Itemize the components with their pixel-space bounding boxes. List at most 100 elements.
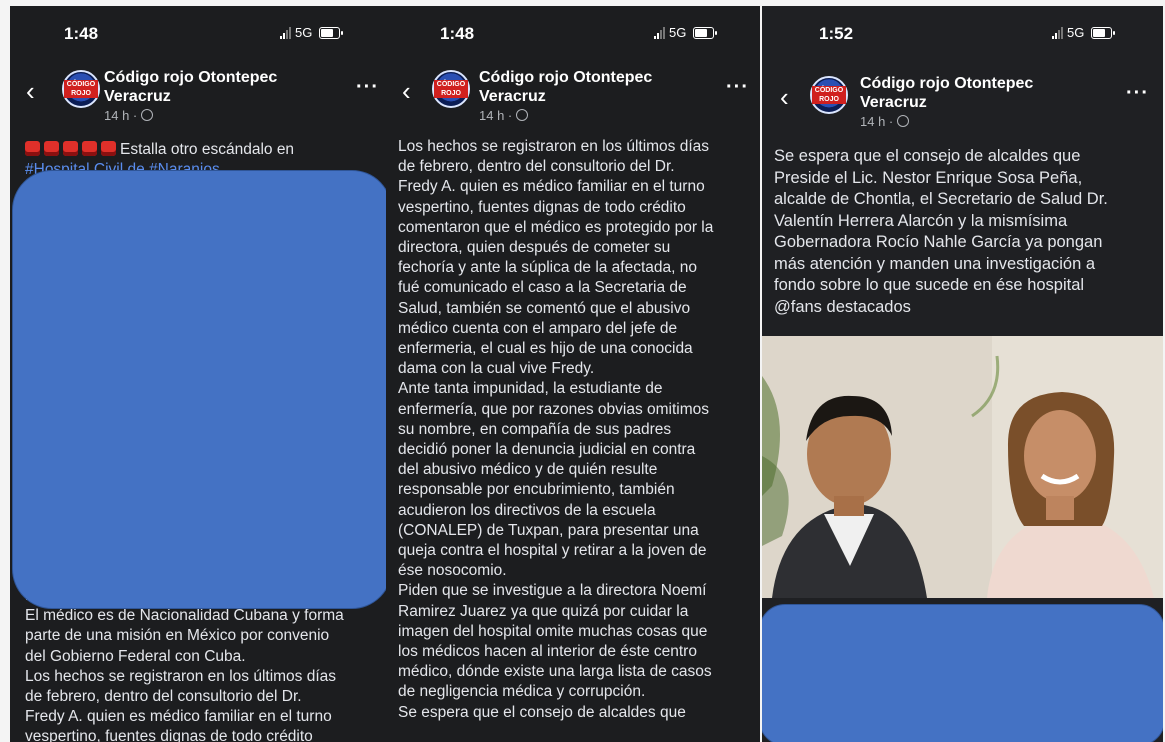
status-signal: 5G <box>1052 25 1116 40</box>
siren-icon <box>63 141 78 156</box>
post-line: El médico es de Nacionalidad Cubana y fo… <box>25 607 344 625</box>
page-name[interactable]: Código rojo Otontepec Veracruz <box>860 74 1033 112</box>
globe-icon <box>896 115 909 127</box>
post-line: médico, dónde existe una larga lista de … <box>398 663 712 681</box>
post-line: Ramirez Juarez ya que quizá por cuidar l… <box>398 602 689 620</box>
siren-icon <box>44 141 59 156</box>
post-line: más atención y manden una investigación … <box>774 254 1096 273</box>
post-meta: 14 h · <box>860 114 909 129</box>
network-type: 5G <box>295 25 313 40</box>
page-name-line2: Veracruz <box>479 88 546 105</box>
page-name-line2: Veracruz <box>104 88 171 105</box>
post-line: fondo sobre lo que sucede en ése hospita… <box>774 276 1085 294</box>
status-time: 1:52 <box>819 24 854 43</box>
post-line: Los hechos se registraron en los últimos… <box>398 138 710 155</box>
post-photo-illustration <box>762 336 1163 598</box>
post-line: del Gobierno Federal con Cuba. <box>25 647 246 665</box>
post-intro-text: Estalla otro escándalo en <box>120 141 295 158</box>
avatar[interactable]: CÓDIGO ROJO <box>432 70 470 108</box>
post-line: @fans destacados <box>774 297 911 316</box>
screenshot-panel-1: 1:48 5G ‹ CÓDIGO ROJO Código rojo Otonte… <box>10 6 386 742</box>
globe-icon <box>515 109 528 121</box>
post-line: imagen del hospital omite muchas cosas q… <box>398 622 708 640</box>
post-line: vespertino, fuentes dignas de todo crédi… <box>398 198 686 216</box>
page-name[interactable]: Código rojo Otontepec Veracruz <box>104 68 277 106</box>
post-line: (CONALEP) de Tuxpan, para presentar una <box>398 521 699 539</box>
post-line: Fredy A. quien es médico familiar en el … <box>398 178 705 196</box>
post-line: enfermería, que por razones obvias omiti… <box>398 400 710 418</box>
avatar[interactable]: CÓDIGO ROJO <box>810 76 848 114</box>
post-photo[interactable] <box>762 336 1163 598</box>
post-text: Se espera que el consejo de alcaldes que… <box>774 146 1160 318</box>
post-line: queja contra el hospital y retirar a la … <box>398 542 707 560</box>
signal-icon <box>1052 26 1063 39</box>
post-line: dama con la cual vive Fredy. <box>398 360 595 378</box>
back-icon[interactable]: ‹ <box>26 76 35 107</box>
post-line: Preside el Lic. Nestor Enrique Sosa Peña… <box>774 168 1083 187</box>
post-text-continued: inp El médico es de Nacionalidad Cubana … <box>25 586 385 742</box>
page-name-line1: Código rojo Otontepec <box>860 75 1034 92</box>
siren-icon <box>82 141 97 156</box>
post-line: Valentín Herrera Alarcón y la mismísima <box>774 211 1068 230</box>
more-options-icon[interactable]: ··· <box>356 76 379 99</box>
redaction-box <box>12 170 386 609</box>
signal-icon <box>654 26 665 39</box>
page-name-line1: Código rojo Otontepec <box>479 69 653 86</box>
redaction-box <box>762 604 1163 742</box>
avatar[interactable]: CÓDIGO ROJO <box>62 70 100 108</box>
post-text: Los hechos se registraron en los últimos… <box>398 137 760 723</box>
more-options-icon[interactable]: ··· <box>1126 82 1149 105</box>
signal-icon <box>280 26 291 39</box>
network-type: 5G <box>669 25 687 40</box>
post-line: vespertino, fuentes dignas de todo crédi… <box>25 728 313 742</box>
post-line: decidió poner la denuncia judicial en co… <box>398 441 696 459</box>
page-name[interactable]: Código rojo Otontepec Veracruz <box>479 68 652 106</box>
post-line: enfermeria, el cual es hijo de una conoc… <box>398 340 693 358</box>
page-name-line2: Veracruz <box>860 94 927 111</box>
post-line: de negligencia médica y corrupción. <box>398 683 646 701</box>
post-time: 14 h · <box>479 108 516 123</box>
post-line: Gobernadora Rocío Nahle García ya pongan <box>774 233 1103 251</box>
post-line: Se espera que el consejo de alcaldes que <box>398 703 686 721</box>
screenshot-panel-3: 1:52 5G ‹ CÓDIGO ROJO Código rojo Otonte… <box>762 6 1163 742</box>
post-line: Se espera que el consejo de alcaldes que <box>774 147 1081 165</box>
post-meta: 14 h · <box>104 108 153 123</box>
post-time: 14 h · <box>104 108 141 123</box>
network-type: 5G <box>1067 25 1085 40</box>
avatar-label: CÓDIGO ROJO <box>812 86 846 104</box>
post-line: Los hechos se registraron en los últimos… <box>25 667 337 685</box>
post-line: fué comunicado el caso a la Secretaria d… <box>398 279 687 297</box>
battery-icon <box>319 26 344 39</box>
post-line: Fredy A. quien es médico familiar en el … <box>25 708 332 726</box>
battery-icon <box>693 26 718 39</box>
post-line: Salud, también se comentó que el abusivo <box>398 299 691 317</box>
siren-icon <box>101 141 116 156</box>
avatar-label: CÓDIGO ROJO <box>64 80 98 98</box>
status-time: 1:48 <box>440 24 475 43</box>
post-meta: 14 h · <box>479 108 528 123</box>
post-line: su nombre, en compañía de sus padres <box>398 420 672 438</box>
back-icon[interactable]: ‹ <box>402 76 411 107</box>
post-line: de febrero, dentro del consultorio del D… <box>25 688 302 706</box>
post-line: alcalde de Chontla, el Secretario de Sal… <box>774 190 1108 208</box>
screenshot-panel-2: 1:48 5G ‹ CÓDIGO ROJO Código rojo Otonte… <box>386 6 760 742</box>
post-line: de febrero, dentro del consultorio del D… <box>398 158 675 176</box>
post-line: parte de una misión en México por conven… <box>25 627 330 645</box>
post-line: directora, quien después de cometer su <box>398 239 671 257</box>
back-icon[interactable]: ‹ <box>780 82 789 113</box>
post-line: acudieron los directivos de la escuela <box>398 501 656 519</box>
status-time: 1:48 <box>64 24 99 43</box>
post-line: Piden que se investigue a la directora N… <box>398 582 707 600</box>
siren-icon <box>25 141 40 156</box>
post-line: responsable por encubrimiento, también <box>398 481 675 499</box>
post-line: médico cuenta con el amparo del jefe de <box>398 319 678 337</box>
post-line: del abusivo médico y de quién resulte <box>398 461 658 479</box>
post-line: los médicos hacen al interior de éste ce… <box>398 643 697 661</box>
avatar-label: CÓDIGO ROJO <box>434 80 468 98</box>
more-options-icon[interactable]: ··· <box>726 76 749 99</box>
page-name-line1: Código rojo Otontepec <box>104 69 278 86</box>
status-signal: 5G <box>654 25 718 40</box>
post-time: 14 h · <box>860 114 897 129</box>
status-signal: 5G <box>280 25 344 40</box>
post-line: comentaron que el médico es protegido po… <box>398 218 714 236</box>
